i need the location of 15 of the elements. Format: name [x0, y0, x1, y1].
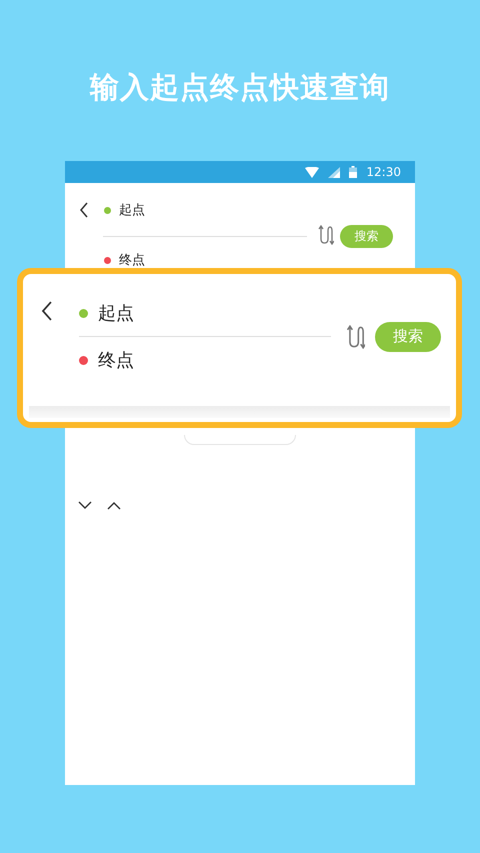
- point-label[interactable]: 起点: [98, 301, 134, 325]
- point-label[interactable]: 终点: [98, 348, 134, 372]
- point-label[interactable]: 终点: [119, 251, 145, 269]
- point-label[interactable]: 起点: [119, 201, 145, 219]
- battery-icon: [349, 166, 358, 178]
- back-icon[interactable]: [79, 202, 89, 218]
- swap-icon[interactable]: [346, 324, 366, 348]
- headline: 输入起点终点快速查询: [90, 69, 390, 106]
- status-time: 12:30: [366, 165, 401, 179]
- swap-icon[interactable]: [318, 225, 334, 245]
- signal-icon: [328, 166, 340, 178]
- chevron-up-icon[interactable]: [107, 501, 121, 510]
- back-icon[interactable]: [41, 301, 53, 321]
- chevron-down-icon[interactable]: [78, 501, 92, 510]
- wifi-icon: [305, 166, 320, 178]
